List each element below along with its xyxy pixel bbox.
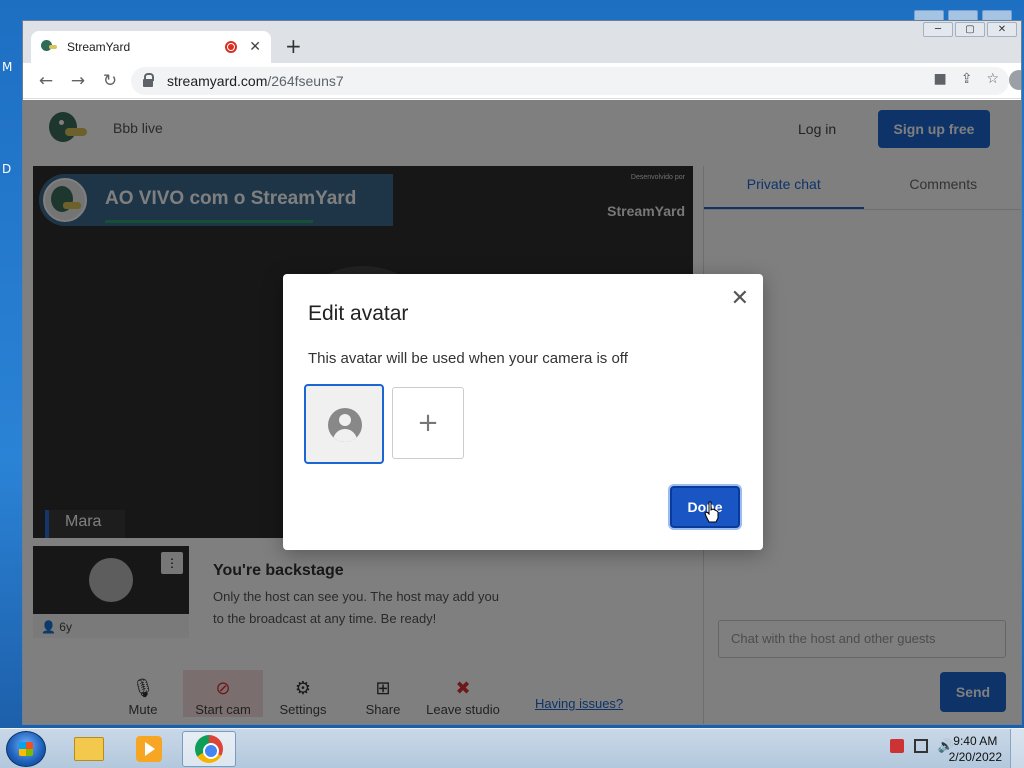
back-button[interactable]: ← <box>30 71 62 91</box>
bookmark-star-icon[interactable]: ☆ <box>986 71 999 87</box>
forward-button[interactable]: → <box>62 71 94 91</box>
streamyard-favicon-icon <box>41 40 59 54</box>
dialog-title: Edit avatar <box>308 302 409 325</box>
browser-tab[interactable]: StreamYard ✕ <box>31 31 271 63</box>
media-player-icon <box>136 736 162 762</box>
lock-icon[interactable] <box>143 73 154 87</box>
show-desktop-button[interactable] <box>1010 729 1024 768</box>
reload-button[interactable]: ↻ <box>94 71 126 91</box>
system-tray: 🔊 <box>889 739 954 754</box>
tab-strip: StreamYard ✕ + ─ ▢ ✕ <box>23 21 1021 63</box>
hand-cursor-icon <box>704 501 719 523</box>
browser-window: StreamYard ✕ + ─ ▢ ✕ ← → ↻ streamyard.co… <box>22 20 1022 725</box>
chrome-icon <box>195 735 223 763</box>
recording-icon <box>225 41 238 53</box>
network-icon[interactable] <box>913 739 928 753</box>
profile-avatar-icon[interactable] <box>1009 70 1021 90</box>
close-window-button[interactable]: ✕ <box>987 22 1017 37</box>
camera-icon[interactable]: ■ <box>933 71 946 87</box>
browser-toolbar: ← → ↻ streamyard.com/264fseuns7 ■ ⇪ ☆ ⋮ <box>23 63 1021 99</box>
system-clock[interactable]: 9:40 AM 2/20/2022 <box>949 733 1002 765</box>
address-bar[interactable]: streamyard.com/264fseuns7 ■ ⇪ ☆ ⋮ <box>131 67 1021 95</box>
default-avatar-option[interactable] <box>304 384 384 464</box>
taskbar-chrome[interactable] <box>182 731 236 767</box>
taskbar-media-player[interactable] <box>122 731 176 767</box>
taskbar: 🔊 9:40 AM 2/20/2022 <box>0 728 1024 768</box>
restore-button[interactable]: ▢ <box>955 22 985 37</box>
url-text: streamyard.com/264fseuns7 <box>167 73 344 89</box>
person-icon <box>328 408 362 442</box>
desktop-label-fragment: D <box>2 162 12 176</box>
close-icon[interactable]: ✕ <box>731 286 749 311</box>
new-tab-button[interactable]: + <box>285 34 302 58</box>
omnibox-actions: ■ ⇪ ☆ ⋮ <box>933 70 1021 90</box>
tab-title: StreamYard <box>67 40 131 54</box>
taskbar-explorer[interactable] <box>62 731 116 767</box>
tab-close-button[interactable]: ✕ <box>249 39 261 55</box>
edit-avatar-dialog: Edit avatar ✕ This avatar will be used w… <box>283 274 763 550</box>
add-avatar-button[interactable]: + <box>392 387 464 459</box>
action-center-flag-icon[interactable] <box>889 739 904 753</box>
window-controls: ─ ▢ ✕ <box>923 22 1017 37</box>
start-button[interactable] <box>6 731 46 767</box>
minimize-button[interactable]: ─ <box>923 22 953 37</box>
share-icon[interactable]: ⇪ <box>961 71 973 87</box>
desktop-label-fragment: M <box>2 60 13 74</box>
folder-icon <box>74 737 104 761</box>
dialog-description: This avatar will be used when your camer… <box>308 350 628 367</box>
